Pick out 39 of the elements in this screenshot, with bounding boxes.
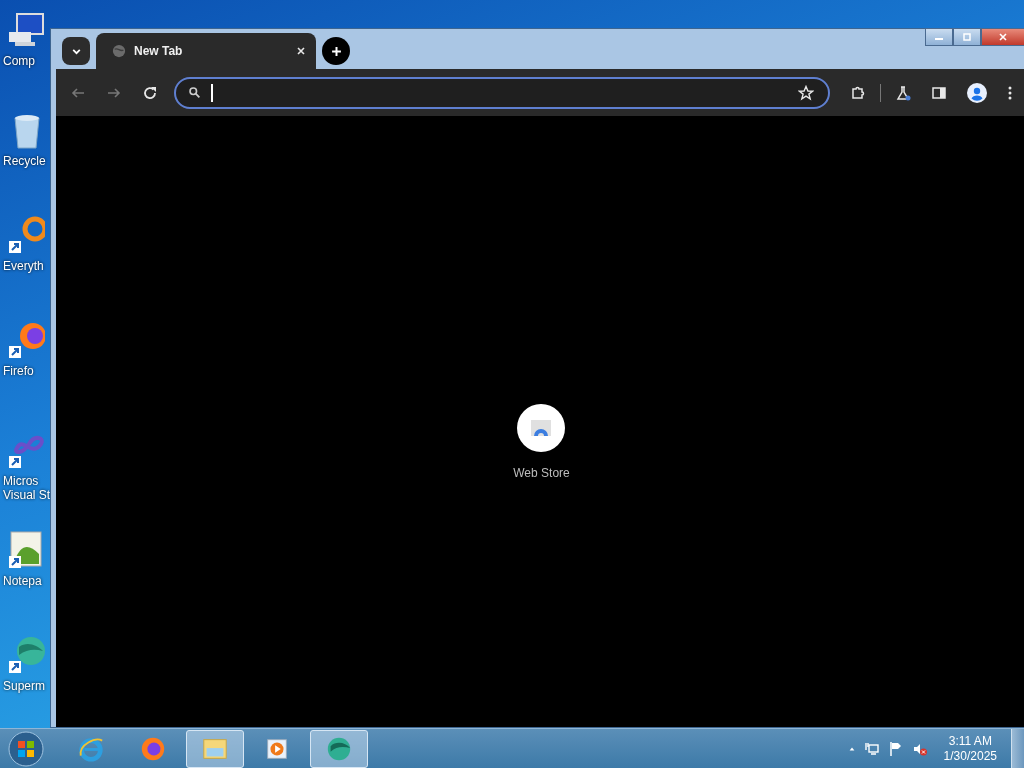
desktop-icon-label[interactable]: Everyth xyxy=(0,259,51,273)
profile-avatar-icon[interactable] xyxy=(967,82,987,103)
shortcut-label[interactable]: Web Store xyxy=(513,465,570,480)
menu-icon[interactable] xyxy=(1007,84,1013,101)
clock-date: 1/30/2025 xyxy=(943,748,997,764)
flag-icon[interactable] xyxy=(887,740,904,757)
search-icon xyxy=(188,86,201,99)
puzzle-icon[interactable] xyxy=(850,84,866,101)
desktop-icon-label[interactable]: Firefo xyxy=(0,364,51,378)
tab-title: New Tab xyxy=(134,44,184,58)
desktop-icon-label[interactable]: Notepa xyxy=(0,574,51,588)
star-icon[interactable] xyxy=(798,84,814,101)
minimize-button[interactable] xyxy=(925,28,953,46)
desktop-icon-label[interactable]: Micros Visual St xyxy=(0,474,51,502)
store-icon[interactable] xyxy=(517,403,566,452)
new-tab-button[interactable] xyxy=(322,37,350,65)
maximize-icon xyxy=(961,33,973,41)
desktop-icon-label[interactable]: Superm xyxy=(0,679,51,693)
browser-tab[interactable]: New Tab xyxy=(96,33,316,69)
close-icon xyxy=(997,33,1009,41)
close-icon[interactable] xyxy=(296,46,306,56)
desktop-icon-label[interactable]: Recycle xyxy=(0,154,51,168)
network-icon[interactable] xyxy=(863,740,880,757)
flask-icon[interactable] xyxy=(895,84,911,101)
clock-time: 3:11 AM xyxy=(948,733,992,749)
start-button[interactable] xyxy=(8,730,44,767)
clock[interactable]: 3:11 AM 1/30/2025 xyxy=(943,733,997,764)
side-panel-icon[interactable] xyxy=(931,84,947,101)
tab-search-button[interactable] xyxy=(62,37,90,65)
desktop-icon-label[interactable]: Comp xyxy=(0,54,51,68)
close-button[interactable] xyxy=(981,28,1024,46)
globe-icon xyxy=(112,44,126,58)
taskbar-button[interactable] xyxy=(186,729,244,768)
text-cursor xyxy=(211,83,213,102)
maximize-button[interactable] xyxy=(953,28,981,46)
taskbar-button[interactable] xyxy=(310,729,368,768)
reload-icon[interactable] xyxy=(142,84,158,101)
plus-icon xyxy=(330,45,342,57)
address-bar[interactable] xyxy=(174,76,830,109)
